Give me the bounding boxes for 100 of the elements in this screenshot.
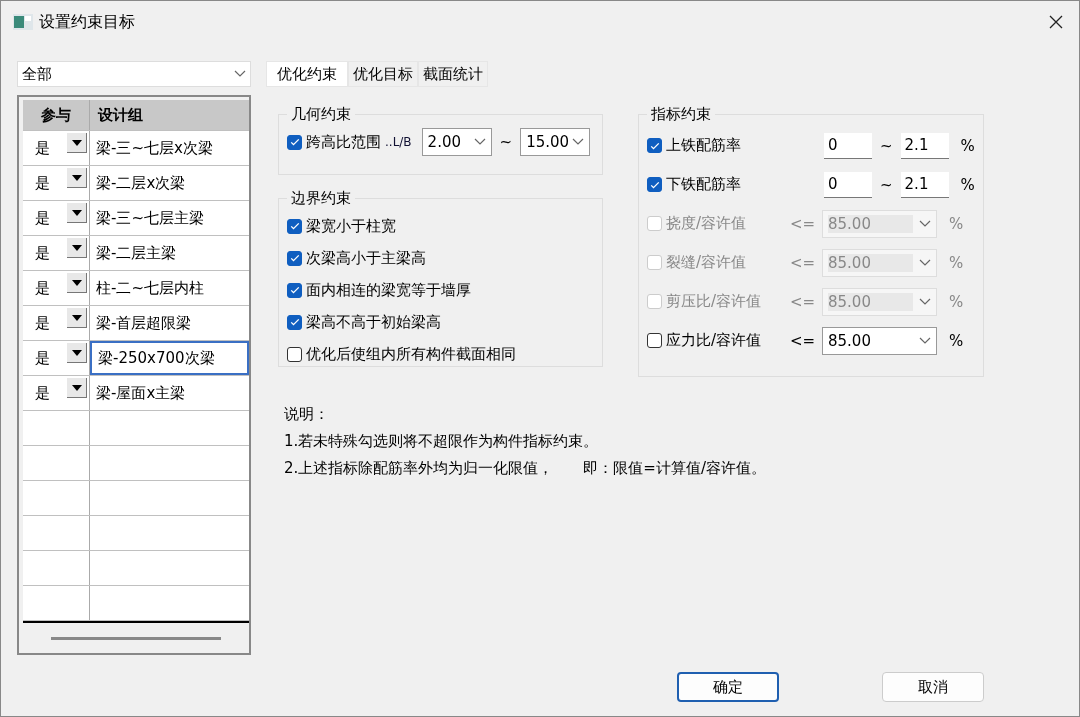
group-title: 几何约束	[290, 105, 352, 124]
app-icon	[13, 14, 33, 30]
table-cell[interactable]: 梁-三~七层主梁	[90, 201, 249, 235]
checkbox-label: 面内相连的梁宽等于墙厚	[306, 280, 471, 300]
table-cell: 是	[35, 138, 50, 158]
tab[interactable]: 优化目标	[348, 61, 418, 87]
checkbox-label: 梁宽小于柱宽	[306, 216, 396, 236]
note-text: 1.若未特殊勾选则将不超限作为构件指标约束。	[284, 432, 600, 451]
table-cell[interactable]: 梁-屋面x主梁	[90, 376, 249, 410]
triangle-down-icon	[71, 209, 82, 216]
tab[interactable]: 截面统计	[418, 61, 488, 87]
triangle-down-icon	[71, 174, 82, 181]
chevron-down-icon	[919, 336, 931, 345]
max-dropdown[interactable]: 15.00	[520, 128, 591, 156]
checkmark-icon	[288, 316, 301, 328]
checkbox[interactable]	[287, 282, 302, 298]
triangle-down-icon	[71, 139, 82, 146]
checkbox[interactable]	[287, 218, 302, 234]
table-cell[interactable]: 柱-二~七层内柱	[90, 271, 249, 305]
checkmark-icon	[288, 252, 301, 264]
limit-dropdown[interactable]: 85.00	[822, 326, 937, 355]
max-input[interactable]: 2.1	[900, 171, 949, 198]
dialog-button[interactable]: 确定	[677, 672, 779, 702]
window-title: 设置约束目标	[39, 11, 135, 33]
max-input[interactable]: 2.1	[900, 132, 949, 159]
checkbox[interactable]	[647, 333, 662, 348]
checkbox-label: 挠度/容许值	[666, 214, 748, 233]
dialog-button[interactable]: 取消	[882, 672, 984, 702]
unit-label: %	[960, 136, 975, 155]
dropdown-button[interactable]	[67, 133, 87, 153]
filter-dropdown[interactable]: 全部	[17, 61, 251, 87]
unit-label: ..L/B	[385, 135, 412, 149]
table-cell[interactable]: 梁-三~七层x次梁	[90, 131, 249, 165]
table-cell[interactable]: 梁-250x700次梁	[90, 341, 249, 375]
table-cell: 是	[35, 208, 50, 228]
checkbox-label: 上铁配筋率	[666, 136, 742, 155]
unit-label: %	[949, 253, 964, 272]
tilde-label: ~	[880, 136, 893, 155]
table-cell: 是	[35, 278, 50, 298]
checkbox-label: 剪压比/容许值	[666, 292, 763, 311]
chevron-down-icon	[919, 297, 931, 306]
table-cell: 是	[35, 383, 50, 403]
note-text: 说明：	[284, 405, 330, 424]
checkbox[interactable]	[647, 138, 662, 153]
checkmark-icon	[288, 136, 301, 148]
dropdown-button[interactable]	[67, 273, 87, 293]
table-cell: 是	[35, 243, 50, 263]
checkbox-label: 跨高比范围	[306, 132, 381, 152]
table-cell[interactable]: 梁-二层主梁	[90, 236, 249, 270]
checkbox[interactable]	[287, 314, 302, 330]
tilde-label: ~	[880, 175, 893, 194]
checkbox[interactable]	[647, 177, 662, 192]
checkbox-label: 应力比/容许值	[666, 331, 763, 350]
table-cell: 是	[35, 313, 50, 333]
table-cell[interactable]: 梁-首层超限梁	[90, 306, 249, 340]
triangle-down-icon	[71, 279, 82, 286]
close-icon	[1049, 15, 1063, 29]
triangle-down-icon	[71, 349, 82, 356]
operator-label: <=	[790, 253, 817, 272]
group-title: 边界约束	[290, 189, 352, 208]
checkbox[interactable]	[287, 346, 302, 362]
dropdown-button[interactable]	[67, 308, 87, 328]
chevron-down-icon	[572, 138, 585, 146]
dropdown-button[interactable]	[67, 238, 87, 258]
checkbox-label: 梁高不高于初始梁高	[306, 312, 441, 332]
triangle-down-icon	[71, 384, 82, 391]
group-title: 指标约束	[650, 105, 712, 124]
table-cell[interactable]: 梁-二层x次梁	[90, 166, 249, 200]
triangle-down-icon	[71, 244, 82, 251]
min-input[interactable]: 0	[824, 171, 872, 198]
operator-label: <=	[790, 292, 817, 311]
tilde-label: ~	[499, 133, 513, 151]
unit-label: %	[949, 292, 964, 311]
tab[interactable]: 优化约束	[266, 61, 348, 87]
unit-label: %	[949, 214, 964, 233]
table-cell: 是	[35, 348, 50, 368]
unit-label: %	[960, 175, 975, 194]
chevron-down-icon	[473, 138, 486, 146]
min-input[interactable]: 0	[824, 132, 872, 159]
checkmark-icon	[288, 284, 301, 296]
checkbox-label: 优化后使组内所有构件截面相同	[306, 344, 516, 364]
checkmark-icon	[288, 220, 301, 232]
chevron-down-icon	[919, 258, 931, 267]
column-header: 参与	[23, 100, 90, 130]
scrollbar-thumb[interactable]	[51, 636, 221, 640]
checkbox-label: 裂缝/容许值	[666, 253, 748, 272]
checkbox-label: 次梁高小于主梁高	[306, 248, 426, 268]
checkbox[interactable]	[287, 134, 302, 150]
min-dropdown[interactable]: 2.00	[421, 128, 492, 156]
table-cell: 是	[35, 173, 50, 193]
unit-label: %	[949, 331, 964, 350]
column-header: 设计组	[96, 104, 144, 126]
dropdown-button[interactable]	[67, 378, 87, 398]
dropdown-button[interactable]	[67, 168, 87, 188]
triangle-down-icon	[71, 314, 82, 321]
dropdown-button[interactable]	[67, 203, 87, 223]
checkbox[interactable]	[287, 250, 302, 266]
chevron-down-icon	[919, 219, 931, 228]
operator-label: <=	[790, 331, 817, 350]
dropdown-button[interactable]	[67, 343, 87, 363]
